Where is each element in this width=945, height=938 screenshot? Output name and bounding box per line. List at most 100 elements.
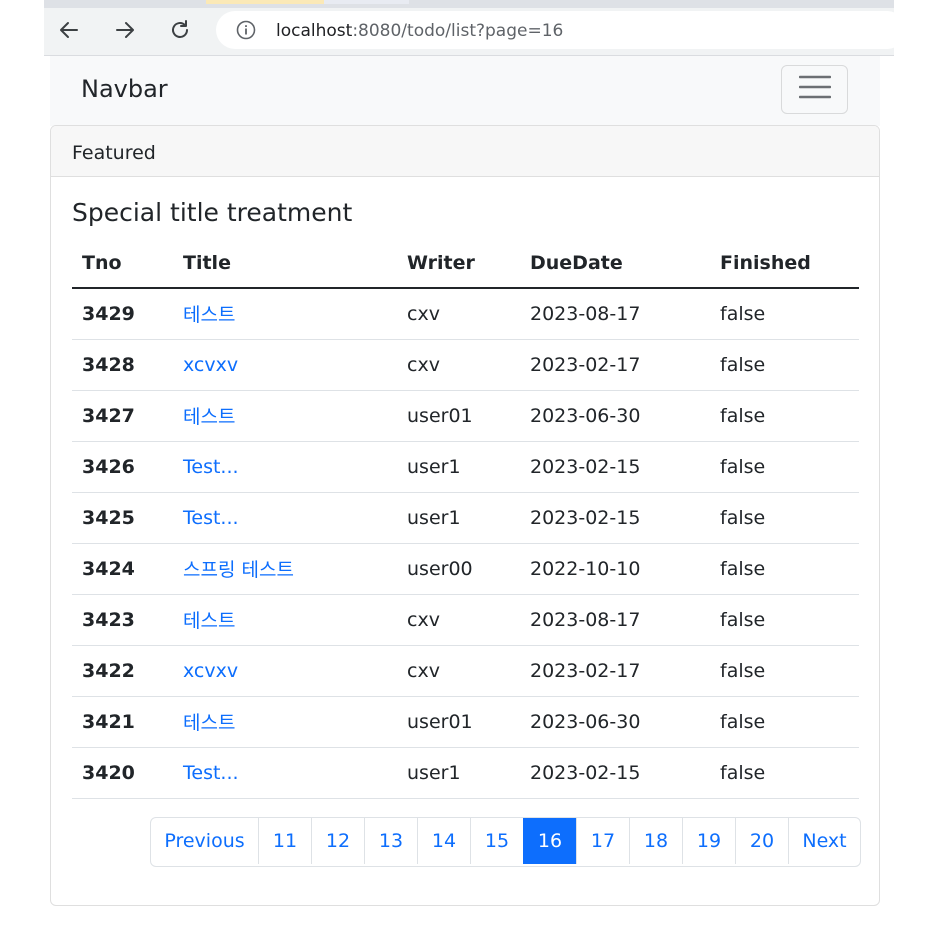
todo-title-link[interactable]: Test... xyxy=(183,762,239,784)
address-bar[interactable]: localhost:8080/todo/list?page=16 xyxy=(216,11,906,49)
cell-finished: false xyxy=(710,696,859,748)
url-text: localhost:8080/todo/list?page=16 xyxy=(276,21,563,41)
cell-duedate: 2023-06-30 xyxy=(520,696,710,748)
cell-duedate: 2023-08-17 xyxy=(520,594,710,646)
browser-toolbar: localhost:8080/todo/list?page=16 xyxy=(44,0,906,56)
table-row: 3421 테스트 user01 2023-06-30 false xyxy=(72,696,859,748)
table-row: 3424 스프링 테스트 user00 2022-10-10 false xyxy=(72,543,859,595)
cell-writer: user1 xyxy=(397,492,520,544)
url-host: localhost xyxy=(276,21,353,41)
cell-duedate: 2023-02-15 xyxy=(520,747,710,799)
pagination-current-page[interactable]: 16 xyxy=(523,818,576,864)
hamburger-icon xyxy=(798,74,831,105)
table-header-row: Tno Title Writer DueDate Finished xyxy=(72,238,859,289)
card-title: Special title treatment xyxy=(72,198,353,227)
pagination-page-link[interactable]: 20 xyxy=(735,818,788,864)
cell-writer: user1 xyxy=(397,441,520,493)
cell-tno: 3424 xyxy=(72,543,173,595)
tab-highlight xyxy=(206,0,324,4)
cell-finished: false xyxy=(710,594,859,646)
cell-tno: 3426 xyxy=(72,441,173,493)
cell-duedate: 2023-06-30 xyxy=(520,390,710,442)
cell-writer: cxv xyxy=(397,339,520,391)
cell-duedate: 2022-10-10 xyxy=(520,543,710,595)
column-header-title: Title xyxy=(173,238,397,289)
table-row: 3423 테스트 cxv 2023-08-17 false xyxy=(72,594,859,646)
cell-title: xcvxv xyxy=(173,645,397,697)
column-header-tno: Tno xyxy=(72,238,173,289)
todo-title-link[interactable]: xcvxv xyxy=(183,354,238,376)
pagination-next-button[interactable]: Next xyxy=(788,818,860,864)
pagination-page-link[interactable]: 19 xyxy=(682,818,735,864)
cell-tno: 3425 xyxy=(72,492,173,544)
cell-tno: 3422 xyxy=(72,645,173,697)
cell-finished: false xyxy=(710,492,859,544)
cell-duedate: 2023-02-15 xyxy=(520,441,710,493)
pagination-page-link[interactable]: 17 xyxy=(576,818,629,864)
table-row: 3429 테스트 cxv 2023-08-17 false xyxy=(72,288,859,340)
cell-finished: false xyxy=(710,441,859,493)
pagination-page-link[interactable]: 18 xyxy=(629,818,682,864)
cell-finished: false xyxy=(710,543,859,595)
cell-title: Test... xyxy=(173,441,397,493)
cell-writer: cxv xyxy=(397,288,520,340)
todo-title-link[interactable]: 스프링 테스트 xyxy=(183,559,294,581)
table-row: 3422 xcvxv cxv 2023-02-17 false xyxy=(72,645,859,697)
cell-writer: user01 xyxy=(397,696,520,748)
cell-duedate: 2023-02-15 xyxy=(520,492,710,544)
todo-table: Tno Title Writer DueDate Finished 3429 테스… xyxy=(72,238,859,799)
cell-title: Test... xyxy=(173,747,397,799)
navbar: Navbar xyxy=(50,56,880,126)
navbar-toggler-button[interactable] xyxy=(781,65,848,114)
cell-title: 테스트 xyxy=(173,696,397,748)
column-header-duedate: DueDate xyxy=(520,238,710,289)
todo-title-link[interactable]: 테스트 xyxy=(183,304,235,326)
pagination-page-link[interactable]: 14 xyxy=(417,818,470,864)
table-row: 3426 Test... user1 2023-02-15 false xyxy=(72,441,859,493)
cell-title: xcvxv xyxy=(173,339,397,391)
todo-card: Featured Special title treatment Tno Tit… xyxy=(50,125,880,906)
cell-duedate: 2023-02-17 xyxy=(520,645,710,697)
card-header: Featured xyxy=(51,126,879,177)
info-icon[interactable] xyxy=(236,20,256,40)
tab-strip xyxy=(44,0,894,8)
cell-tno: 3427 xyxy=(72,390,173,442)
cell-finished: false xyxy=(710,288,859,340)
cell-writer: user01 xyxy=(397,390,520,442)
cell-writer: user1 xyxy=(397,747,520,799)
todo-title-link[interactable]: Test... xyxy=(183,456,239,478)
column-header-writer: Writer xyxy=(397,238,520,289)
pagination-page-link[interactable]: 15 xyxy=(470,818,523,864)
cell-tno: 3429 xyxy=(72,288,173,340)
todo-title-link[interactable]: Test... xyxy=(183,507,239,529)
pagination: Previous 11 12 13 14 15 16 17 18 19 20 Next xyxy=(150,817,861,867)
cell-writer: cxv xyxy=(397,594,520,646)
back-arrow-icon[interactable] xyxy=(54,15,84,45)
pagination-page-link[interactable]: 12 xyxy=(311,818,364,864)
todo-title-link[interactable]: 테스트 xyxy=(183,712,235,734)
todo-title-link[interactable]: 테스트 xyxy=(183,610,235,632)
table-body: 3429 테스트 cxv 2023-08-17 false 3428 xcvxv cxv 202… xyxy=(72,288,859,799)
cell-finished: false xyxy=(710,645,859,697)
url-path: :8080/todo/list?page=16 xyxy=(352,21,564,41)
reload-icon[interactable] xyxy=(165,15,195,45)
pagination-previous-button[interactable]: Previous xyxy=(151,818,258,864)
pagination-page-link[interactable]: 13 xyxy=(364,818,417,864)
cell-duedate: 2023-02-17 xyxy=(520,339,710,391)
navbar-brand[interactable]: Navbar xyxy=(81,75,168,103)
forward-arrow-icon[interactable] xyxy=(110,15,140,45)
tab-highlight-secondary xyxy=(324,0,409,4)
table-row: 3425 Test... user1 2023-02-15 false xyxy=(72,492,859,544)
todo-title-link[interactable]: xcvxv xyxy=(183,660,238,682)
cell-finished: false xyxy=(710,747,859,799)
cell-tno: 3420 xyxy=(72,747,173,799)
cell-tno: 3428 xyxy=(72,339,173,391)
cell-title: 테스트 xyxy=(173,390,397,442)
table-row: 3420 Test... user1 2023-02-15 false xyxy=(72,747,859,799)
todo-title-link[interactable]: 테스트 xyxy=(183,406,235,428)
cell-title: 테스트 xyxy=(173,288,397,340)
cell-title: 테스트 xyxy=(173,594,397,646)
cell-title: Test... xyxy=(173,492,397,544)
cell-duedate: 2023-08-17 xyxy=(520,288,710,340)
pagination-page-link[interactable]: 11 xyxy=(258,818,311,864)
